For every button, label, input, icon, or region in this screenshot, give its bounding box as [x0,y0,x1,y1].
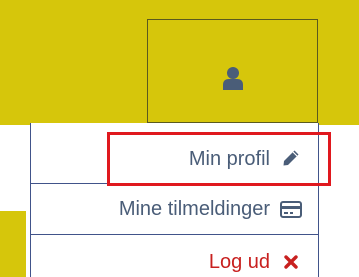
user-menu-button[interactable] [147,19,318,123]
menu-item-my-profile[interactable]: Min profil [31,133,318,183]
menu-item-label: Log ud [208,251,270,273]
user-icon [222,66,243,90]
pencil-icon [280,147,302,169]
menu-item-my-signups[interactable]: Mine tilmeldinger [31,183,318,235]
menu-item-label: Mine tilmeldinger [118,198,270,220]
menu-item-label: Min profil [188,148,270,170]
menu-item-logout[interactable]: Log ud [31,235,318,277]
close-icon [280,251,302,273]
user-dropdown-menu: Min profil Mine tilmeldinger Log ud [30,123,319,277]
credit-card-icon [280,198,302,220]
page-background-strip [0,211,26,277]
